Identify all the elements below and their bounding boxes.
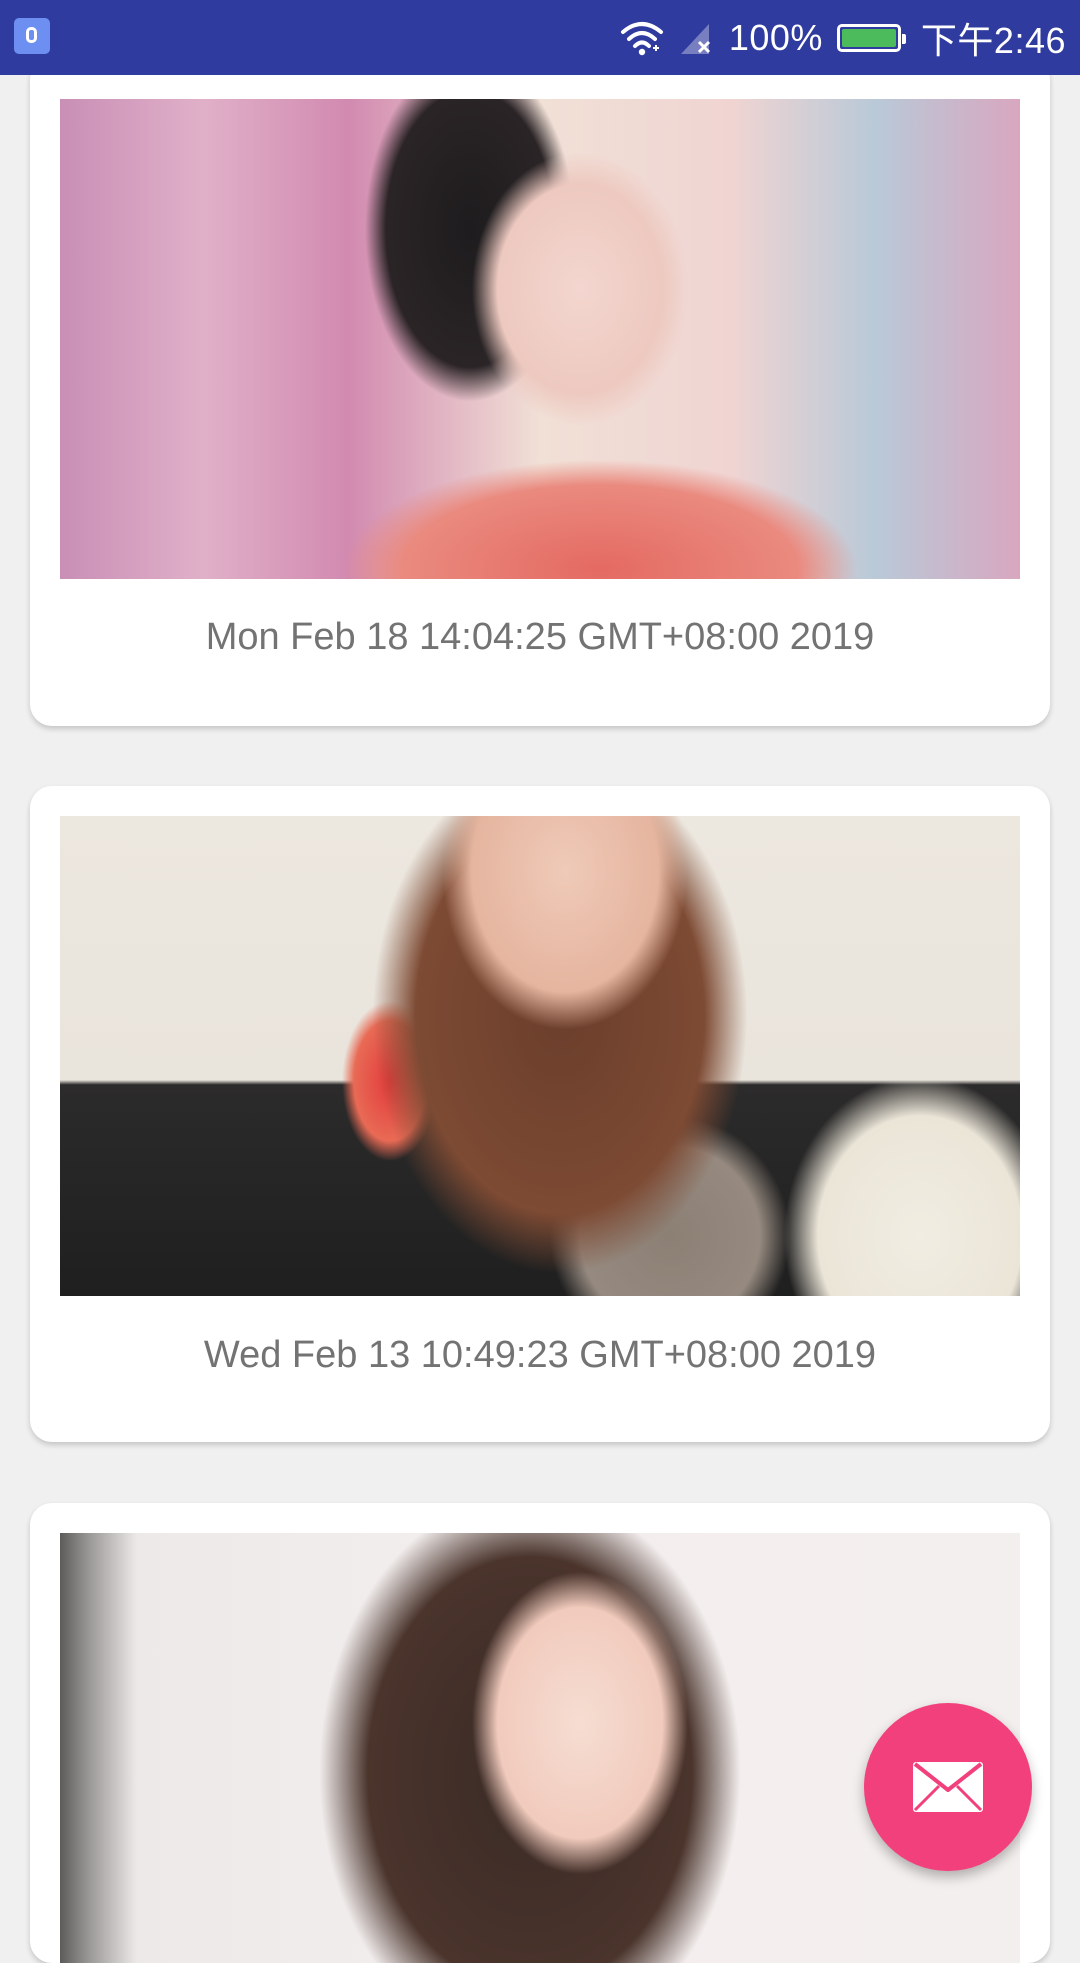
card-timestamp: Mon Feb 18 14:04:25 GMT+08:00 2019	[205, 616, 875, 658]
wifi-icon	[620, 21, 663, 55]
feed-card[interactable]: Wed Feb 13 10:49:23 GMT+08:00 2019	[30, 786, 1050, 1442]
clock: 下午2:46	[920, 19, 1066, 61]
battery-icon	[836, 23, 906, 52]
signal-no-service-icon	[680, 23, 710, 54]
status-bar: 100% 下午2:46	[0, 0, 1080, 75]
battery-percentage: 100%	[728, 16, 823, 58]
card-timestamp: Wed Feb 13 10:49:23 GMT+08:00 2019	[203, 1334, 877, 1376]
photo-woman-in-kimono[interactable]	[60, 99, 1020, 579]
photo-feed[interactable]: Mon Feb 18 14:04:25 GMT+08:00 2019 Wed F…	[0, 0, 1080, 1963]
notification-icon	[14, 18, 50, 54]
feed-card[interactable]: Mon Feb 18 14:04:25 GMT+08:00 2019	[30, 58, 1050, 726]
status-indicators: 100% 下午2:46	[619, 0, 1066, 75]
photo-woman-with-red-drink[interactable]	[60, 816, 1020, 1296]
compose-email-button[interactable]	[864, 1703, 1032, 1871]
email-icon	[913, 1762, 983, 1812]
